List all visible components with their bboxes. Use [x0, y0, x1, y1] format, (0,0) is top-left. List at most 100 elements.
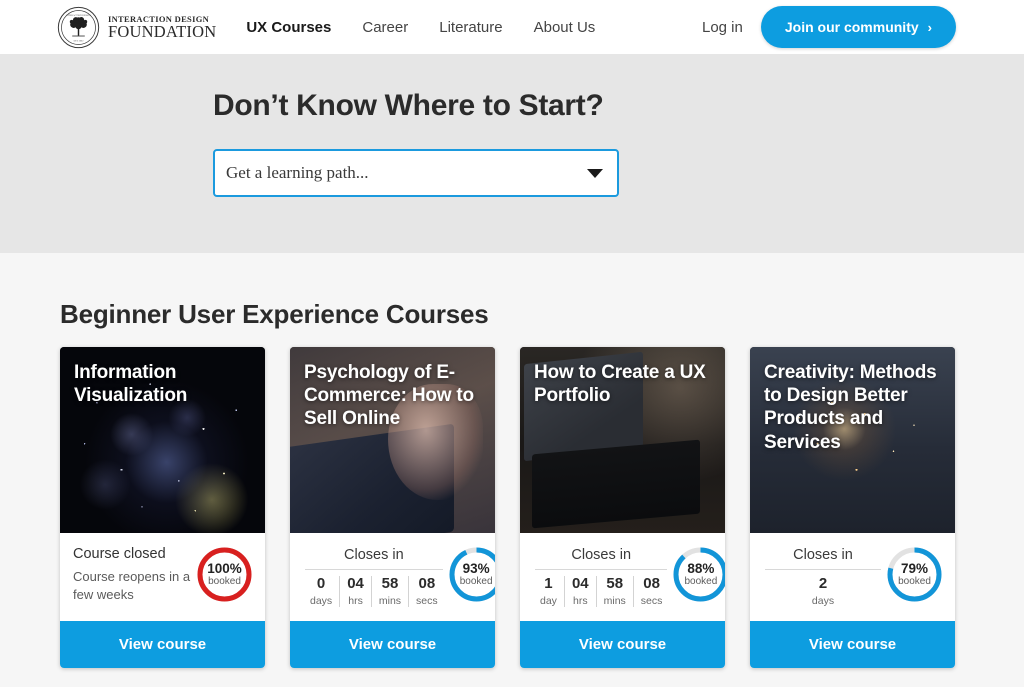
svg-text:EST. 2002: EST. 2002 — [74, 39, 85, 42]
countdown-units: 1 day 04 hrs 58 mins 08 secs — [533, 576, 669, 607]
countdown-value: 0 — [316, 575, 326, 592]
countdown-unit-label: secs — [640, 594, 663, 607]
countdown-unit-label: day — [540, 594, 557, 607]
countdown-unit-days: 0 days — [303, 576, 339, 607]
countdown-unit-secs: 08 secs — [632, 575, 670, 607]
course-countdown: Closes in 2 days — [763, 545, 883, 607]
header-actions: Log in Join our community › — [702, 6, 1024, 48]
course-card[interactable]: Information Visualization Course closed Co… — [60, 347, 265, 668]
countdown-value: 1 — [544, 575, 553, 592]
courses-section-title: Beginner User Experience Courses — [60, 299, 489, 329]
countdown-unit-label: hrs — [572, 594, 588, 607]
course-closed-title: Course closed — [73, 546, 166, 562]
booked-percent: 79% — [900, 560, 929, 576]
join-community-label: Join our community — [784, 19, 919, 35]
booked-progress-ring: 100% booked — [197, 547, 252, 602]
view-course-button[interactable]: View course — [290, 620, 495, 668]
chevron-right-icon: › — [927, 19, 932, 35]
countdown-units: 2 days — [763, 576, 883, 607]
countdown-divider — [765, 569, 881, 570]
countdown-value: 08 — [418, 575, 436, 592]
course-card-title: Creativity: Methods to Design Better Pro… — [764, 362, 937, 453]
booked-progress-ring: 79% booked — [887, 547, 942, 602]
countdown-divider — [535, 569, 668, 570]
booked-ring-text: 88% booked — [673, 547, 725, 602]
site-logo[interactable]: INTERACTION DESIGN EST. 2002 INTERACTION… — [57, 6, 216, 49]
course-card-title: How to Create a UX Portfolio — [534, 362, 706, 407]
course-card-image: How to Create a UX Portfolio — [520, 347, 725, 533]
closes-in-label: Closes in — [793, 547, 853, 563]
countdown-value: 04 — [347, 575, 364, 592]
login-link[interactable]: Log in — [702, 19, 743, 36]
join-community-button[interactable]: Join our community › — [760, 6, 956, 48]
booked-word: booked — [459, 576, 493, 588]
countdown-value: 58 — [606, 575, 624, 592]
course-card-list: Information Visualization Course closed Co… — [60, 347, 1024, 668]
booked-progress-ring: 88% booked — [673, 547, 725, 602]
countdown-unit-label: days — [811, 594, 835, 607]
countdown-unit-label: hrs — [348, 594, 363, 607]
view-course-button[interactable]: View course — [60, 620, 265, 668]
booked-percent: 88% — [687, 560, 715, 576]
view-course-button[interactable]: View course — [750, 620, 955, 668]
countdown-value: 2 — [818, 575, 828, 592]
main-navigation: UX Courses Career Literature About Us — [246, 19, 595, 36]
booked-progress-ring: 93% booked — [449, 547, 495, 602]
booked-ring-text: 93% booked — [449, 547, 495, 602]
countdown-divider — [305, 569, 443, 570]
booked-ring-text: 79% booked — [887, 547, 942, 602]
course-closed-info: Course closed Course reopens in a few wee… — [73, 545, 193, 603]
booked-word: booked — [898, 576, 931, 588]
course-card-title: Information Visualization — [74, 362, 188, 407]
course-card-body: Closes in 1 day 04 hrs 58 mins 08 secs 88% booked — [520, 533, 725, 621]
nav-item-career[interactable]: Career — [362, 19, 408, 36]
course-countdown: Closes in 1 day 04 hrs 58 mins 08 secs — [533, 545, 669, 607]
course-countdown: Closes in 0 days 04 hrs 58 mins 08 secs — [303, 545, 445, 607]
countdown-unit-hrs: 04 hrs — [339, 576, 371, 607]
booked-percent: 93% — [462, 560, 490, 576]
nav-item-ux-courses[interactable]: UX Courses — [246, 19, 331, 36]
course-card[interactable]: How to Create a UX Portfolio Closes in 1 da… — [520, 347, 725, 668]
booked-word: booked — [208, 576, 241, 588]
course-card[interactable]: Creativity: Methods to Design Better Pro… — [750, 347, 955, 668]
course-card[interactable]: Psychology of E-Commerce: How to Sell On… — [290, 347, 495, 668]
view-course-button[interactable]: View course — [520, 620, 725, 668]
countdown-unit-label: mins — [378, 594, 402, 607]
countdown-unit-day: 1 day — [533, 576, 564, 607]
learning-path-select-value: Get a learning path... — [226, 163, 369, 182]
countdown-unit-days: 2 days — [805, 576, 841, 607]
course-card-body: Course closed Course reopens in a few wee… — [60, 533, 265, 621]
logo-line-2: FOUNDATION — [108, 22, 217, 41]
countdown-value: 08 — [643, 575, 660, 592]
closes-in-label: Closes in — [344, 547, 404, 563]
countdown-unit-label: secs — [416, 594, 438, 607]
course-card-image: Creativity: Methods to Design Better Pro… — [750, 347, 955, 533]
booked-word: booked — [684, 576, 718, 588]
nav-item-literature[interactable]: Literature — [439, 19, 502, 36]
course-closed-subtitle: Course reopens in a few weeks — [73, 569, 191, 602]
closes-in-label: Closes in — [571, 547, 632, 563]
chevron-down-icon — [587, 168, 603, 178]
countdown-value: 04 — [571, 575, 589, 592]
logo-wordmark: INTERACTION DESIGN FOUNDATION — [108, 14, 216, 41]
svg-text:INTERACTION DESIGN: INTERACTION DESIGN — [66, 13, 91, 16]
countdown-unit-label: days — [310, 594, 333, 607]
site-header: INTERACTION DESIGN EST. 2002 INTERACTION… — [0, 0, 1024, 54]
countdown-units: 0 days 04 hrs 58 mins 08 secs — [303, 576, 445, 607]
countdown-unit-mins: 58 mins — [370, 576, 408, 607]
countdown-unit-secs: 08 secs — [408, 576, 445, 607]
countdown-unit-hrs: 04 hrs — [563, 575, 596, 607]
booked-ring-text: 100% booked — [197, 547, 252, 602]
nav-item-about-us[interactable]: About Us — [534, 19, 596, 36]
hero-section: Don’t Know Where to Start? Get a learnin… — [0, 54, 1024, 253]
course-card-image: Psychology of E-Commerce: How to Sell On… — [290, 347, 495, 533]
course-card-title: Psychology of E-Commerce: How to Sell On… — [304, 362, 474, 430]
hero-heading: Don’t Know Where to Start? — [213, 89, 604, 122]
countdown-unit-label: mins — [603, 594, 626, 607]
tree-seal-logo-icon: INTERACTION DESIGN EST. 2002 — [57, 6, 100, 48]
booked-percent: 100% — [207, 560, 242, 576]
learning-path-select[interactable]: Get a learning path... — [213, 149, 619, 197]
countdown-unit-mins: 58 mins — [595, 575, 633, 607]
courses-section: Beginner User Experience Courses Informa… — [0, 253, 1024, 668]
course-card-image: Information Visualization — [60, 347, 265, 533]
